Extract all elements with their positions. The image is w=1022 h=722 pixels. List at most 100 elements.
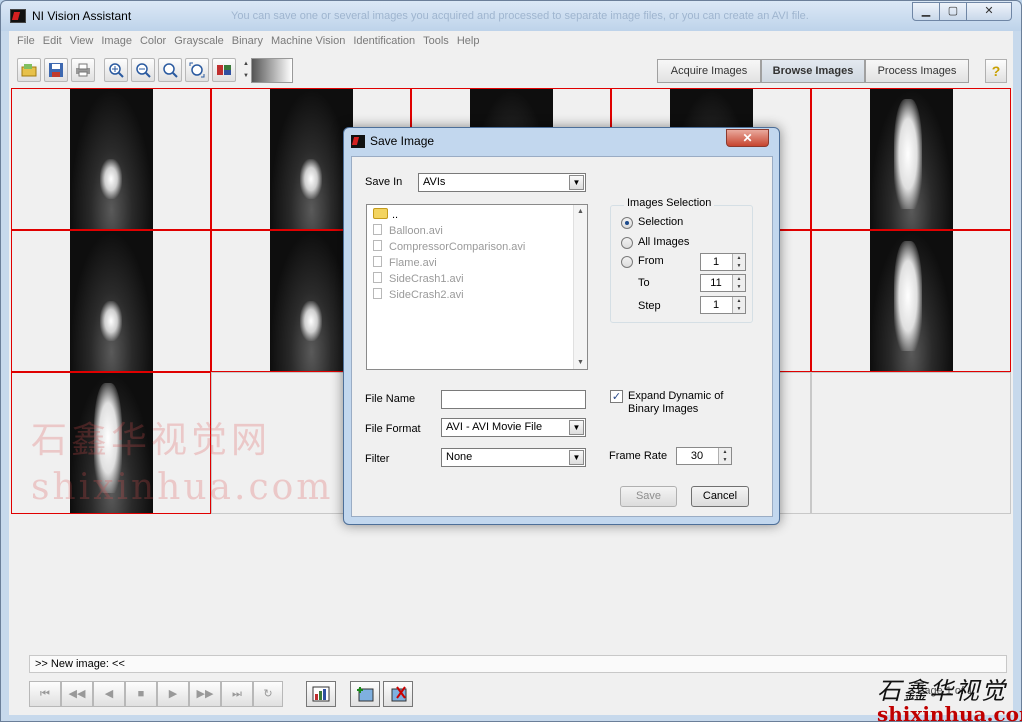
menu-identification[interactable]: Identification: [350, 31, 420, 51]
add-image-icon: [357, 687, 374, 702]
app-logo-icon: [10, 9, 26, 23]
menu-machine-vision[interactable]: Machine Vision: [268, 31, 350, 51]
title-bar[interactable]: NI Vision Assistant You can save one or …: [1, 1, 1021, 31]
image-thumbnail: [70, 231, 153, 371]
list-item[interactable]: Flame.avi: [373, 256, 437, 269]
first-image-button[interactable]: ⏮: [29, 681, 61, 707]
list-item[interactable]: SideCrash1.avi: [373, 272, 464, 285]
zoom-fit-button[interactable]: [185, 58, 209, 82]
zoom-out-icon: [136, 63, 151, 78]
menu-help[interactable]: Help: [454, 31, 485, 51]
to-stepper[interactable]: 11 ▲ ▼: [700, 274, 746, 292]
parent-folder-label: ..: [392, 209, 399, 221]
list-item[interactable]: CompressorComparison.avi: [373, 240, 525, 253]
scroll-up-icon[interactable]: ▲: [577, 208, 584, 215]
next-page-button[interactable]: ▶▶: [189, 681, 221, 707]
print-button[interactable]: [71, 58, 95, 82]
save-in-value: AVIs: [423, 176, 446, 188]
list-scrollbar[interactable]: ▲ ▼: [573, 205, 587, 369]
menu-grayscale[interactable]: Grayscale: [171, 31, 229, 51]
thumbnail-cell[interactable]: [11, 88, 211, 230]
image-histogram-button[interactable]: [306, 681, 336, 707]
palette-icon: [217, 65, 231, 75]
previous-image-button[interactable]: ◀: [93, 681, 125, 707]
open-image-button[interactable]: [17, 58, 41, 82]
filter-dropdown[interactable]: None ▼: [441, 448, 586, 467]
radio-selection-label: Selection: [638, 216, 684, 228]
tab-acquire-images[interactable]: Acquire Images: [657, 59, 761, 83]
frame-rate-label: Frame Rate: [609, 450, 668, 462]
menu-file[interactable]: File: [14, 31, 40, 51]
expand-dynamic-checkbox[interactable]: ✓: [610, 390, 623, 403]
minimize-button[interactable]: ▁: [912, 2, 940, 21]
zoom-1to1-button[interactable]: [158, 58, 182, 82]
help-button[interactable]: ?: [985, 59, 1007, 83]
scroll-down-icon[interactable]: ▼: [577, 359, 584, 366]
add-image-button[interactable]: [350, 681, 380, 707]
previous-page-button[interactable]: ◀◀: [61, 681, 93, 707]
frame-rate-stepper[interactable]: 30 ▲ ▼: [676, 447, 732, 465]
remove-image-button[interactable]: [383, 681, 413, 707]
zoom-out-button[interactable]: [131, 58, 155, 82]
thumbnail-cell[interactable]: [811, 88, 1011, 230]
file-icon: [373, 224, 382, 235]
loop-button[interactable]: ↻: [253, 681, 283, 707]
increment-icon[interactable]: ▲: [732, 297, 745, 305]
menu-binary[interactable]: Binary: [229, 31, 268, 51]
thumbnail-cell[interactable]: [11, 230, 211, 372]
next-image-button[interactable]: ▶: [157, 681, 189, 707]
last-image-button[interactable]: ⏭: [221, 681, 253, 707]
file-name-text: Flame.avi: [389, 257, 437, 269]
file-name-text: SideCrash1.avi: [389, 273, 464, 285]
increment-icon[interactable]: ▲: [718, 448, 731, 456]
file-name-text: Balloon.avi: [389, 225, 443, 237]
decrement-icon[interactable]: ▼: [732, 262, 745, 270]
menu-tools[interactable]: Tools: [420, 31, 454, 51]
brand-chinese-text: 石鑫华视觉: [877, 677, 1007, 705]
file-format-dropdown[interactable]: AVI - AVI Movie File ▼: [441, 418, 586, 437]
from-stepper[interactable]: 1 ▲ ▼: [700, 253, 746, 271]
open-folder-icon: [21, 64, 37, 77]
increment-icon[interactable]: ▲: [732, 275, 745, 283]
navigation-controls: ⏮ ◀◀ ◀ ■ ▶ ▶▶ ⏭ ↻: [29, 681, 283, 707]
folder-icon: [373, 208, 388, 219]
menu-edit[interactable]: Edit: [40, 31, 67, 51]
list-item[interactable]: SideCrash2.avi: [373, 288, 464, 301]
chevron-down-icon: ▼: [569, 450, 584, 465]
radio-selection[interactable]: [621, 217, 633, 229]
file-list[interactable]: .. Balloon.avi CompressorComparison.avi …: [366, 204, 588, 370]
menu-color[interactable]: Color: [137, 31, 171, 51]
step-stepper[interactable]: 1 ▲ ▼: [700, 296, 746, 314]
menu-image[interactable]: Image: [98, 31, 137, 51]
increment-icon[interactable]: ▲: [732, 254, 745, 262]
save-image-button[interactable]: [44, 58, 68, 82]
thumbnail-cell[interactable]: [811, 230, 1011, 372]
dialog-close-button[interactable]: ✕: [726, 129, 769, 147]
list-item-parent-folder[interactable]: ..: [373, 208, 398, 221]
maximize-button[interactable]: ▢: [939, 2, 967, 21]
close-window-button[interactable]: ✕: [966, 2, 1012, 21]
file-name-input[interactable]: [441, 390, 586, 409]
radio-all-images[interactable]: [621, 237, 633, 249]
list-item[interactable]: Balloon.avi: [373, 224, 443, 237]
zoom-in-button[interactable]: [104, 58, 128, 82]
save-image-dialog: Save Image ✕ Save In AVIs ▼ .. Balloon.a…: [343, 127, 780, 525]
cancel-button[interactable]: Cancel: [691, 486, 749, 507]
save-button[interactable]: Save: [620, 486, 677, 507]
save-in-dropdown[interactable]: AVIs ▼: [418, 173, 586, 192]
radio-from[interactable]: [621, 256, 633, 268]
decrement-icon[interactable]: ▼: [732, 305, 745, 313]
decrement-icon[interactable]: ▼: [732, 283, 745, 291]
floppy-disk-icon: [49, 63, 63, 77]
save-in-label: Save In: [365, 176, 403, 188]
dialog-title: Save Image: [370, 134, 435, 148]
decrement-icon[interactable]: ▼: [718, 456, 731, 464]
palette-spinner[interactable]: ▲ ▼: [242, 58, 250, 83]
image-palette-button[interactable]: [212, 58, 236, 82]
menu-view[interactable]: View: [67, 31, 99, 51]
filter-value: None: [446, 451, 473, 463]
tab-process-images[interactable]: Process Images: [865, 59, 969, 83]
tab-browse-images[interactable]: Browse Images: [761, 59, 865, 83]
file-icon: [373, 288, 382, 299]
stop-button[interactable]: ■: [125, 681, 157, 707]
